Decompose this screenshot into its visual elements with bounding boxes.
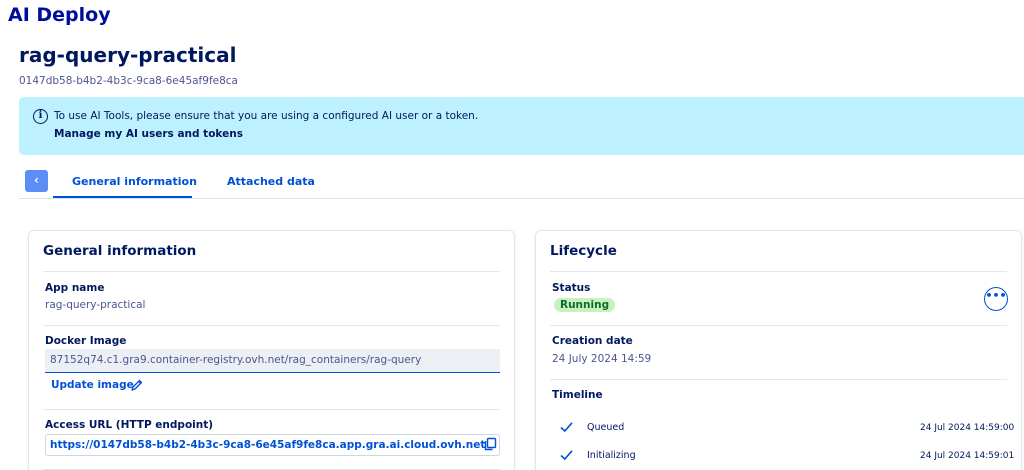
chevron-left-icon: ‹: [34, 173, 39, 187]
divider: [43, 409, 500, 410]
active-tab-indicator: [53, 196, 192, 198]
divider: [43, 325, 500, 326]
banner-text: To use AI Tools, please ensure that you …: [54, 110, 479, 122]
creation-date-value: 24 July 2024 14:59: [552, 353, 652, 365]
divider: [550, 379, 1007, 380]
timeline-item-time: 24 Jul 2024 14:59:01: [920, 451, 1015, 461]
ellipsis-icon: •••: [985, 289, 1007, 302]
info-icon: i: [33, 109, 48, 124]
timeline-item-time: 24 Jul 2024 14:59:00: [920, 423, 1015, 433]
docker-image-label: Docker Image: [45, 335, 127, 347]
access-url-label: Access URL (HTTP endpoint): [45, 419, 214, 431]
actions-menu-button[interactable]: •••: [984, 287, 1008, 311]
tab-general-information[interactable]: General information: [72, 175, 197, 188]
tab-attached-data[interactable]: Attached data: [227, 175, 315, 188]
timeline-label: Timeline: [552, 389, 603, 401]
general-information-card: General information App name rag-query-p…: [28, 230, 515, 470]
status-label: Status: [552, 282, 591, 294]
check-icon: [560, 422, 573, 433]
app-title: AI Deploy: [8, 4, 111, 26]
back-button[interactable]: ‹: [25, 170, 48, 192]
check-icon: [560, 450, 573, 461]
card-title: Lifecycle: [550, 243, 617, 259]
page-title: rag-query-practical: [19, 43, 237, 67]
creation-date-label: Creation date: [552, 335, 633, 347]
copy-icon[interactable]: [483, 437, 497, 451]
update-image-link[interactable]: Update image: [51, 379, 134, 391]
timeline-item-label: Queued: [587, 422, 625, 433]
card-title: General information: [43, 243, 197, 259]
pencil-icon[interactable]: [130, 378, 144, 392]
manage-ai-users-link[interactable]: Manage my AI users and tokens: [54, 128, 243, 140]
timeline-item-label: Initializing: [587, 450, 636, 461]
docker-image-field[interactable]: 87152q74.c1.gra9.container-registry.ovh.…: [45, 349, 500, 373]
app-name-label: App name: [45, 282, 105, 294]
page-id: 0147db58-b4b2-4b3c-9ca8-6e45af9fe8ca: [19, 75, 238, 87]
status-badge: Running: [554, 298, 616, 312]
access-url-link[interactable]: https://0147db58-b4b2-4b3c-9ca8-6e45af9f…: [45, 434, 500, 456]
lifecycle-card: Lifecycle Status Running ••• Creation da…: [535, 230, 1022, 470]
app-name-value: rag-query-practical: [45, 299, 146, 311]
divider: [43, 271, 500, 272]
info-banner: i To use AI Tools, please ensure that yo…: [19, 97, 1024, 155]
divider: [550, 271, 1007, 272]
divider: [550, 325, 1007, 326]
tab-bar: ‹ General information Attached data: [19, 165, 1024, 199]
